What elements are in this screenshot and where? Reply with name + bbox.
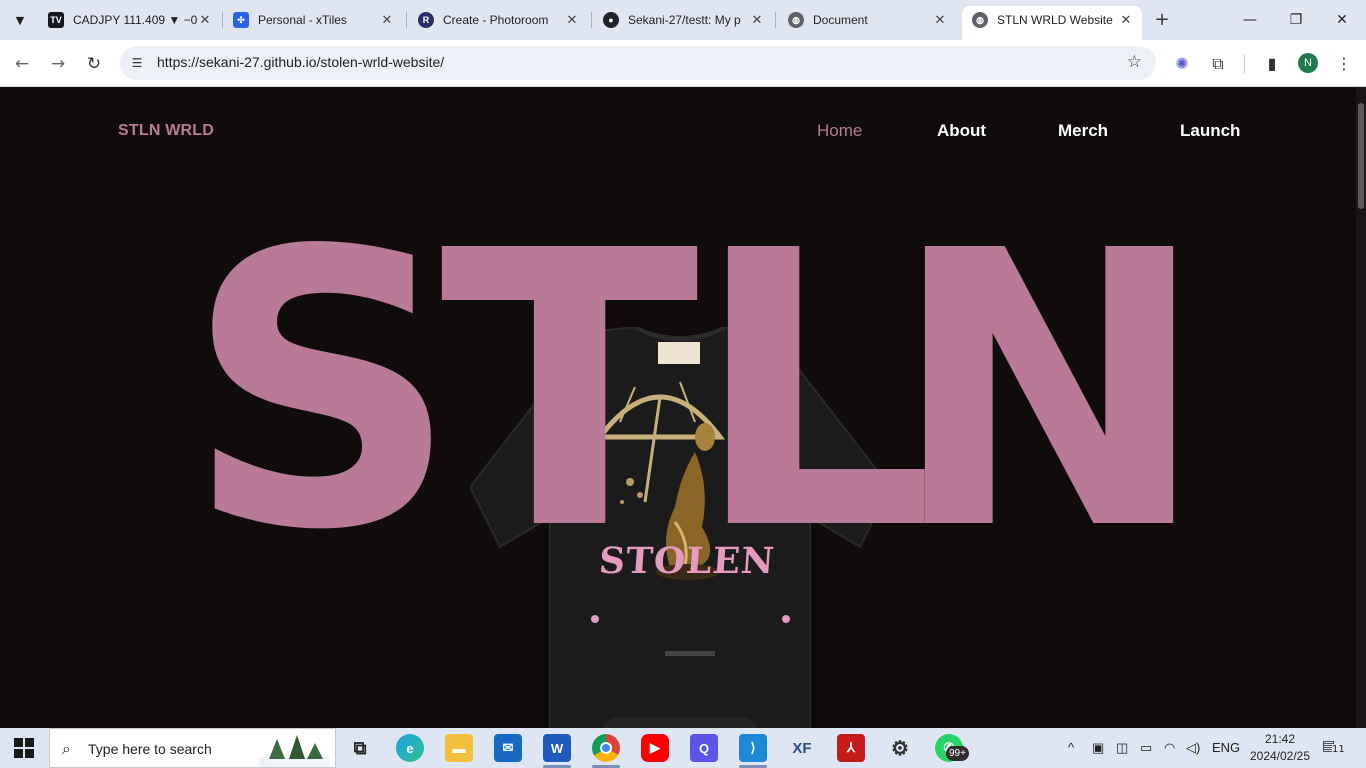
vscode-icon[interactable]: ⟩	[739, 734, 767, 762]
notification-center-icon[interactable]: ▤ 11	[1322, 738, 1346, 760]
tab-xtiles[interactable]: ✣ Personal - xTiles ✕	[233, 6, 395, 34]
word-icon[interactable]: W	[543, 734, 571, 762]
extensions-puzzle-icon[interactable]: ⧉	[1206, 52, 1230, 76]
acrobat-icon[interactable]: ⅄	[837, 734, 865, 762]
browser-tab-strip: ▼ TV CADJPY 111.409 ▼ −0. ✕ ✣ Personal -…	[0, 0, 1366, 40]
taskbar-search-box[interactable]: ⌕ Type here to search	[49, 728, 336, 768]
tray-overflow-icon[interactable]: ^	[1068, 740, 1074, 755]
tab-photoroom[interactable]: R Create - Photoroom ✕	[418, 6, 580, 34]
windows-start-icon[interactable]	[14, 738, 34, 758]
tab-title: STLN WRLD Website	[997, 13, 1113, 27]
nav-about[interactable]: About	[937, 121, 986, 141]
profile-avatar[interactable]: N	[1298, 53, 1318, 73]
close-tab-icon[interactable]: ✕	[932, 12, 948, 28]
github-icon: ●	[603, 12, 619, 28]
hero-letter-t: T	[440, 170, 700, 613]
youtube-icon[interactable]: ▶	[641, 734, 669, 762]
clock-date: 2024/02/25	[1249, 749, 1311, 763]
close-tab-icon[interactable]: ✕	[1118, 12, 1134, 28]
back-icon[interactable]: ←	[10, 52, 34, 76]
forward-icon[interactable]: →	[46, 52, 70, 76]
url-text[interactable]: https://sekani-27.github.io/stolen-wrld-…	[157, 54, 444, 70]
tab-divider	[591, 12, 592, 28]
tab-title: Personal - xTiles	[258, 13, 347, 27]
nav-home[interactable]: Home	[817, 121, 862, 141]
mail-icon[interactable]: ✉	[494, 734, 522, 762]
close-window-icon[interactable]: ✕	[1330, 8, 1354, 32]
volume-icon[interactable]: ◁)	[1186, 740, 1200, 756]
wifi-icon[interactable]: ◠	[1164, 740, 1175, 756]
tab-divider	[222, 12, 223, 28]
tab-title: CADJPY 111.409 ▼ −0.	[73, 13, 197, 27]
edge-icon[interactable]: e	[396, 734, 424, 762]
globe-icon: ◍	[788, 12, 804, 28]
tab-cadjpy[interactable]: TV CADJPY 111.409 ▼ −0. ✕	[48, 6, 213, 34]
minimize-icon[interactable]: —	[1238, 8, 1262, 32]
browser-toolbar: ← → ↻ ☰ https://sekani-27.github.io/stol…	[0, 40, 1366, 87]
nav-launch[interactable]: Launch	[1180, 121, 1240, 141]
file-explorer-icon[interactable]: ▬	[445, 734, 473, 762]
site-logo[interactable]: STLN WRLD	[118, 122, 214, 140]
globe-icon: ◍	[972, 12, 988, 28]
tab-title: Create - Photoroom	[443, 13, 549, 27]
windows-taskbar: ⌕ Type here to search ⧉ e ▬ ✉ W ▶ Q ⟩ XF…	[0, 728, 1366, 768]
notification-count: 11	[1332, 744, 1345, 755]
hero-letter-s: S	[185, 170, 459, 613]
hero-letter-n: N	[890, 170, 1209, 613]
tab-title: Document	[813, 13, 868, 27]
tab-document[interactable]: ◍ Document ✕	[788, 6, 948, 34]
restore-icon[interactable]: ❐	[1284, 8, 1308, 32]
toolbar-divider	[1244, 55, 1245, 73]
reload-icon[interactable]: ↻	[82, 52, 106, 76]
q-app-icon[interactable]: Q	[690, 734, 718, 762]
tab-search-chevron-icon[interactable]: ▼	[8, 8, 32, 32]
whatsapp-badge: 99+	[946, 746, 969, 761]
tradingview-icon: TV	[48, 12, 64, 28]
meet-now-icon[interactable]: ▣	[1092, 740, 1104, 756]
task-view-icon[interactable]: ⧉	[346, 734, 374, 762]
new-tab-icon[interactable]: +	[1152, 10, 1172, 30]
clock-time: 21:42	[1264, 732, 1296, 746]
xtiles-icon: ✣	[233, 12, 249, 28]
extension-gear-icon[interactable]: ✺	[1170, 52, 1194, 76]
system-clock[interactable]: 21:42 2024/02/25	[1240, 731, 1320, 765]
language-indicator[interactable]: ENG	[1212, 740, 1240, 755]
search-placeholder: Type here to search	[88, 741, 212, 757]
settings-icon[interactable]: ⚙	[886, 734, 914, 762]
side-panel-icon[interactable]: ▮	[1260, 52, 1284, 76]
tab-divider	[775, 12, 776, 28]
close-tab-icon[interactable]: ✕	[197, 12, 213, 28]
close-tab-icon[interactable]: ✕	[564, 12, 580, 28]
address-bar[interactable]: ☰ https://sekani-27.github.io/stolen-wrl…	[120, 46, 1156, 80]
close-tab-icon[interactable]: ✕	[379, 12, 395, 28]
bookmark-star-icon[interactable]: ☆	[1127, 52, 1142, 72]
nav-merch[interactable]: Merch	[1058, 121, 1108, 141]
tray-display-icon[interactable]: ◫	[1116, 740, 1128, 756]
menu-kebab-icon[interactable]: ⋮	[1332, 52, 1356, 76]
tab-stln-wrld[interactable]: ◍ STLN WRLD Website ✕	[972, 6, 1134, 34]
tab-title: Sekani-27/testt: My p	[628, 13, 741, 27]
hero-title: S T L N	[185, 170, 1208, 613]
web-page: STLN WRLD Home About Merch Launch STOLEN…	[0, 87, 1356, 728]
battery-icon[interactable]: ▭	[1140, 740, 1152, 756]
scrollbar-thumb[interactable]	[1358, 103, 1364, 209]
chrome-icon[interactable]	[592, 734, 620, 762]
site-info-icon[interactable]: ☰	[128, 54, 146, 72]
photoroom-icon: R	[418, 12, 434, 28]
xf-app-icon[interactable]: XF	[788, 734, 816, 762]
shirt-small-print	[665, 651, 715, 656]
tab-github[interactable]: ● Sekani-27/testt: My p ✕	[603, 6, 765, 34]
close-tab-icon[interactable]: ✕	[749, 12, 765, 28]
page-scrollbar[interactable]	[1356, 87, 1366, 728]
tab-divider	[406, 12, 407, 28]
search-icon: ⌕	[62, 739, 71, 758]
search-highlight-trees-icon	[259, 735, 329, 767]
